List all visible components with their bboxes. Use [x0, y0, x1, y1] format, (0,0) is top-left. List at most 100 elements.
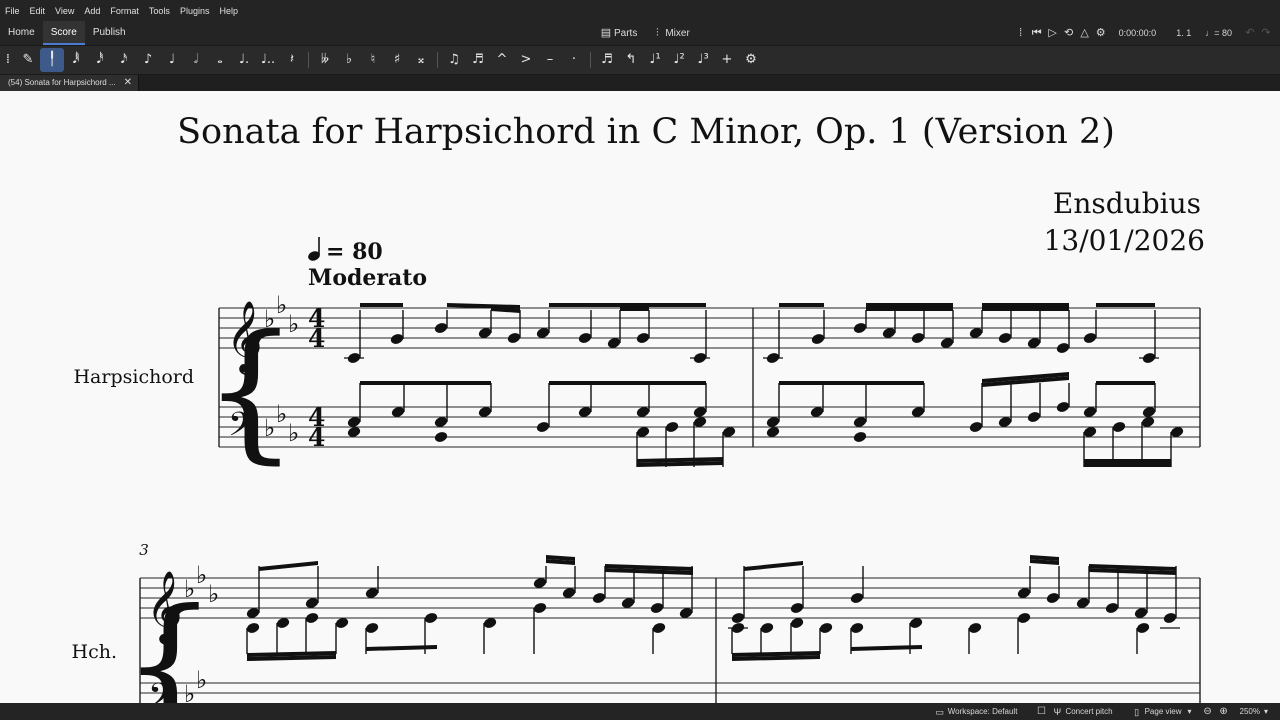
voice-1-icon[interactable]: ♩¹ [643, 48, 667, 72]
menu-file[interactable]: File [0, 6, 25, 16]
note-head[interactable] [911, 332, 926, 345]
note-head[interactable] [1056, 342, 1071, 355]
note-head[interactable] [650, 602, 665, 615]
note-head[interactable] [434, 431, 449, 444]
note-head[interactable] [811, 333, 826, 346]
flat-icon[interactable]: ♭ [337, 48, 361, 72]
tab-home[interactable]: Home [0, 21, 43, 45]
workspace-selector[interactable]: ▭ Workspace: Default [932, 704, 1018, 720]
menu-plugins[interactable]: Plugins [175, 6, 215, 16]
concert-pitch-toggle[interactable]: ☐ Ψ Concert pitch [1033, 704, 1113, 720]
note-head[interactable] [665, 421, 680, 434]
zoom-select[interactable]: 250% ▾ [1240, 707, 1268, 716]
play-icon[interactable]: ▷ [1045, 25, 1061, 41]
beam-icon[interactable]: ♬ [595, 48, 619, 72]
note-head[interactable] [1027, 411, 1042, 424]
note-head[interactable] [246, 622, 261, 635]
note-head[interactable] [1056, 401, 1071, 414]
menu-add[interactable]: Add [79, 6, 105, 16]
note-head[interactable] [592, 592, 607, 605]
note-head[interactable] [850, 622, 865, 635]
duration-eighth-icon[interactable]: ♪ [136, 48, 160, 72]
tempo-text[interactable]: Moderato [308, 265, 427, 291]
tie-icon[interactable]: ♫ [442, 48, 466, 72]
metronome-icon[interactable]: △ [1077, 25, 1093, 41]
augmentation-dot-icon[interactable]: ♩. [232, 48, 256, 72]
note-head[interactable] [434, 322, 449, 335]
note-head[interactable] [731, 622, 746, 635]
note-head[interactable] [1017, 612, 1032, 625]
note-head[interactable] [636, 332, 651, 345]
drag-handle-icon[interactable]: ⁞ [1013, 25, 1029, 41]
menu-tools[interactable]: Tools [144, 6, 175, 16]
rest-icon[interactable]: 𝄽 [280, 48, 304, 72]
redo-icon[interactable]: ↷ [1258, 25, 1274, 41]
note-head[interactable] [1105, 602, 1120, 615]
tenuto-icon[interactable]: – [538, 48, 562, 72]
duration-64th-icon[interactable]: 𝅘𝅥𝅱 [64, 48, 88, 72]
treble-clef-icon[interactable]: 𝄞 [146, 569, 183, 645]
tab-score[interactable]: Score [42, 21, 85, 45]
note-head[interactable] [853, 322, 868, 335]
playback-settings-icon[interactable]: ⚙ [1093, 25, 1109, 41]
double-flat-icon[interactable]: 𝄫 [313, 48, 337, 72]
duration-16th-icon[interactable]: 𝅘𝅥𝅯 [112, 48, 136, 72]
document-tab[interactable]: (54) Sonata for Harpsichord ... ✕ [0, 75, 139, 91]
note-head[interactable] [969, 421, 984, 434]
note-head[interactable] [760, 622, 775, 635]
staccato-icon[interactable]: · [562, 48, 586, 72]
tempo-marking[interactable]: = 80 [307, 237, 383, 265]
note-head[interactable] [998, 332, 1013, 345]
flip-direction-icon[interactable]: ↰ [619, 48, 643, 72]
note-head[interactable] [731, 612, 746, 625]
bass-clef-icon[interactable]: 𝄢 [148, 677, 174, 703]
duration-quarter-icon[interactable]: ♩ [160, 48, 184, 72]
mixer-button[interactable]: ⫶ Mixer [649, 25, 690, 41]
bass-clef-icon[interactable]: 𝄢 [228, 406, 254, 452]
composer[interactable]: Ensdubius [1053, 187, 1201, 220]
note-head[interactable] [424, 612, 439, 625]
parts-button[interactable]: ▤ Parts [598, 25, 638, 41]
note-head[interactable] [1083, 332, 1098, 345]
zoom-in-icon[interactable]: ⊕ [1216, 704, 1232, 720]
note-head[interactable] [533, 602, 548, 615]
accent-icon[interactable]: > [514, 48, 538, 72]
menu-help[interactable]: Help [214, 6, 243, 16]
note-input-pen-icon[interactable]: ✎ [16, 48, 40, 72]
natural-icon[interactable]: ♮ [361, 48, 385, 72]
rewind-icon[interactable]: ⏮ [1029, 25, 1045, 41]
note-head[interactable] [850, 592, 865, 605]
note-head[interactable] [819, 622, 834, 635]
duration-half-icon[interactable]: 𝅗𝅥 [184, 48, 208, 72]
toolbar-handle-icon[interactable]: ⁞ [0, 48, 16, 72]
tab-publish[interactable]: Publish [85, 21, 134, 45]
instrument-short-name[interactable]: Hch. [72, 641, 118, 663]
note-head[interactable] [790, 602, 805, 615]
slur-icon[interactable]: ♬ [466, 48, 490, 72]
sharp-icon[interactable]: ♯ [385, 48, 409, 72]
note-head[interactable] [853, 431, 868, 444]
date[interactable]: 13/01/2026 [1044, 224, 1205, 257]
note-head[interactable] [305, 612, 320, 625]
note-head[interactable] [652, 622, 667, 635]
note-head[interactable] [1163, 612, 1178, 625]
note-input-mode-icon[interactable]: ╿ [40, 48, 64, 72]
loop-icon[interactable]: ⟲ [1061, 25, 1077, 41]
voice-2-icon[interactable]: ♩² [667, 48, 691, 72]
marcato-icon[interactable]: ^ [490, 48, 514, 72]
customize-toolbar-icon[interactable]: ⚙ [739, 48, 763, 72]
view-mode-select[interactable]: ▯ Page view ▾ [1129, 704, 1191, 720]
score-title[interactable]: Sonata for Harpsichord in C Minor, Op. 1… [177, 112, 1115, 152]
note-head[interactable] [1136, 622, 1151, 635]
time-signature[interactable]: 44 44 [308, 304, 325, 452]
note-head[interactable] [578, 332, 593, 345]
close-icon[interactable]: ✕ [124, 75, 132, 91]
note-head[interactable] [1112, 421, 1127, 434]
undo-icon[interactable]: ↶ [1242, 25, 1258, 41]
double-sharp-icon[interactable]: 𝄪 [409, 48, 433, 72]
note-head[interactable] [507, 332, 522, 345]
duration-32nd-icon[interactable]: 𝅘𝅥𝅰 [88, 48, 112, 72]
menu-edit[interactable]: Edit [25, 6, 51, 16]
voice-3-icon[interactable]: ♩³ [691, 48, 715, 72]
menu-view[interactable]: View [50, 6, 79, 16]
